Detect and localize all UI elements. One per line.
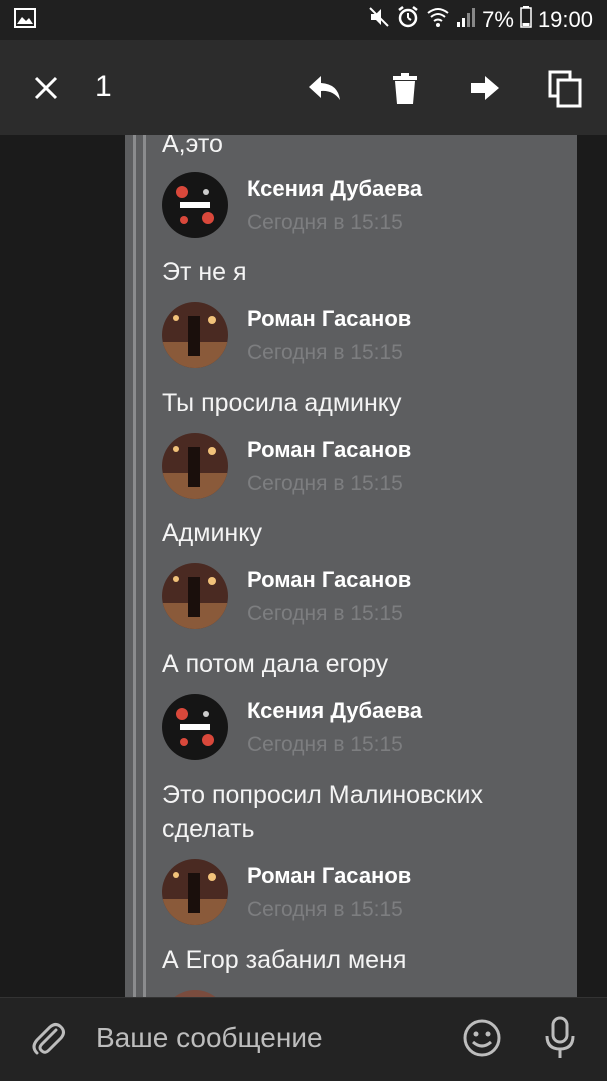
alarm-icon	[396, 5, 420, 35]
avatar[interactable]	[162, 563, 228, 629]
clock: 19:00	[537, 7, 593, 32]
author-name[interactable]: Ксения Дубаева	[247, 176, 422, 202]
microphone-icon[interactable]	[540, 1016, 580, 1060]
author-name[interactable]: Роман Гасанов	[247, 567, 411, 593]
selection-action-bar: 1	[0, 40, 607, 135]
timestamp: Сегодня в 15:15	[247, 733, 403, 756]
message-input[interactable]: Ваше сообщение	[96, 1022, 323, 1054]
avatar[interactable]	[162, 433, 228, 499]
message-author: Роман Гасанов Сегодня в 15:15	[162, 433, 562, 503]
timestamp: Сегодня в 15:15	[247, 898, 403, 921]
selected-count: 1	[95, 70, 112, 103]
copy-icon[interactable]	[546, 68, 586, 108]
timestamp: Сегодня в 15:15	[247, 472, 403, 495]
avatar[interactable]	[162, 859, 228, 925]
timestamp: Сегодня в 15:15	[247, 602, 403, 625]
close-icon[interactable]	[30, 72, 62, 104]
forward-icon[interactable]	[465, 68, 505, 108]
signal-icon	[456, 6, 476, 34]
delete-icon[interactable]	[385, 68, 425, 108]
wifi-icon	[426, 6, 450, 34]
message-text: Ты просила админку	[162, 389, 402, 417]
emoji-icon[interactable]	[462, 1018, 502, 1058]
author-name[interactable]: Ксения Дубаева	[247, 698, 422, 724]
message-text: А Егор забанил меня	[162, 946, 407, 974]
quote-line-inner	[143, 135, 146, 997]
message-text: Это попросил Малиновских сделать	[162, 781, 483, 843]
author-name[interactable]: Роман Гасанов	[247, 863, 411, 889]
timestamp: Сегодня в 15:15	[247, 211, 403, 234]
conversation-area: А,это Ксения Дубаева Сегодня в 15:15 Эт …	[0, 135, 607, 997]
image-icon	[14, 7, 36, 33]
attach-icon[interactable]	[28, 1018, 68, 1058]
avatar[interactable]	[162, 172, 228, 238]
message-author: Роман Гасанов Сегодня в 15:15	[162, 302, 562, 372]
message-author: Роман Гасанов Сегодня в 15:15	[162, 563, 562, 633]
message-text: Эт не я	[162, 258, 247, 286]
status-bar: 7% 19:00	[0, 0, 607, 40]
avatar[interactable]	[162, 694, 228, 760]
message-author: Ксения Дубаева Сегодня в 15:15	[162, 172, 562, 242]
reply-icon[interactable]	[305, 68, 345, 108]
mute-icon	[368, 6, 390, 34]
message-text: Админку	[162, 519, 262, 547]
message-composer: Ваше сообщение	[0, 997, 607, 1081]
timestamp: Сегодня в 15:15	[247, 341, 403, 364]
quote-line	[133, 135, 136, 997]
message-text: А,это	[162, 135, 223, 158]
battery-icon	[520, 6, 532, 34]
avatar[interactable]	[162, 302, 228, 368]
message-author: Роман Гасанов Сегодня в 15:15	[162, 859, 562, 929]
message-author: Ксения Дубаева Сегодня в 15:15	[162, 694, 562, 764]
message-text: А потом дала егору	[162, 650, 389, 678]
author-name[interactable]: Роман Гасанов	[247, 437, 411, 463]
author-name[interactable]: Роман Гасанов	[247, 306, 411, 332]
battery-percent: 7%	[482, 7, 514, 32]
